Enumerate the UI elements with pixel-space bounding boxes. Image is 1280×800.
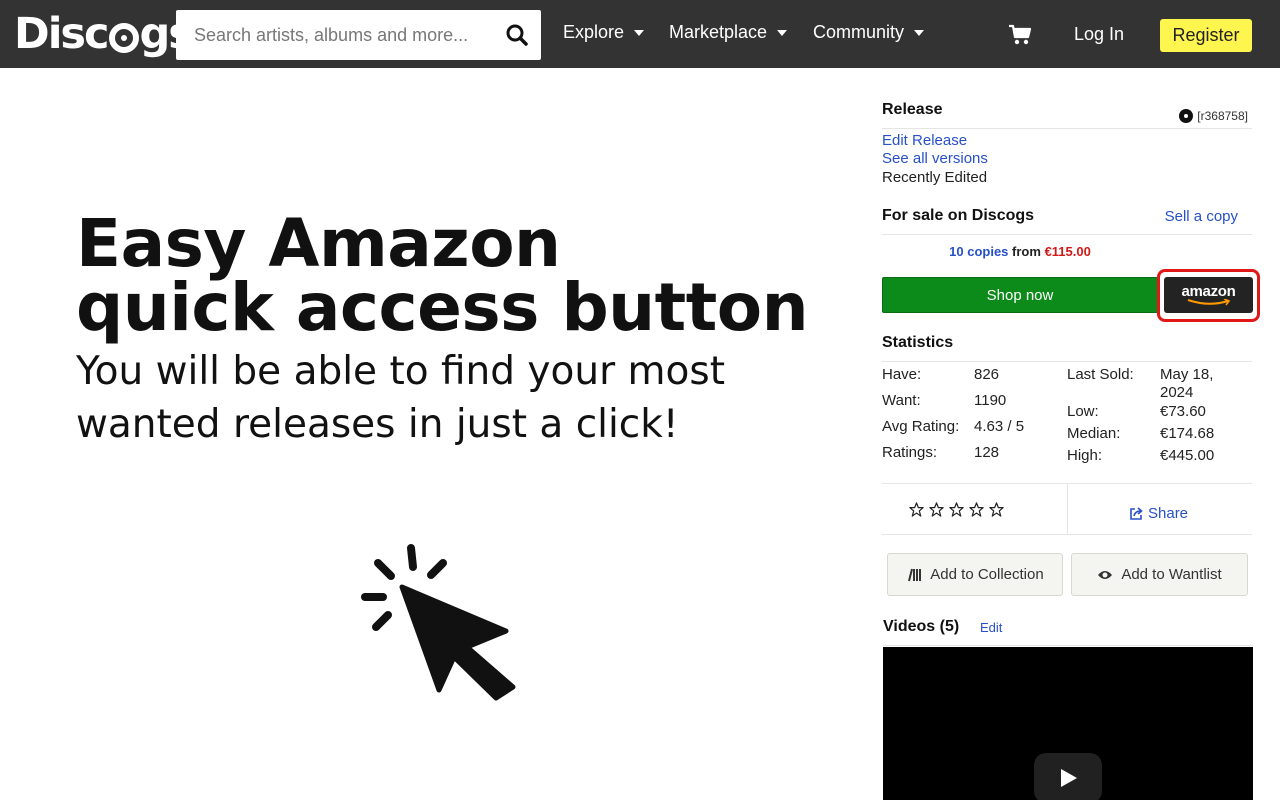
promo-subheadline-line-1: You will be able to find your most bbox=[76, 349, 725, 394]
stat-median-label: Median: bbox=[1067, 425, 1121, 442]
click-cursor-icon bbox=[361, 544, 516, 701]
top-navbar: Discgs Explore Marketplace Community Log… bbox=[0, 0, 1280, 68]
promo-headline-line-1: Easy Amazon bbox=[76, 205, 561, 282]
search-input[interactable] bbox=[176, 10, 496, 60]
promo-headline-line-2: quick access button bbox=[76, 269, 809, 346]
stat-ratings-label: Ratings: bbox=[882, 444, 938, 461]
edit-release-link[interactable]: Edit Release bbox=[882, 132, 967, 149]
video-player[interactable] bbox=[883, 647, 1253, 800]
copies-count-link[interactable]: 10 copies bbox=[949, 244, 1008, 259]
release-id: [r368758] bbox=[1179, 109, 1248, 123]
stat-want-value[interactable]: 1190 bbox=[974, 392, 1006, 409]
shop-now-button[interactable]: Shop now bbox=[882, 277, 1158, 313]
recently-edited-status: Recently Edited bbox=[882, 169, 988, 186]
copies-for-sale: 10 copies from €115.00 bbox=[882, 244, 1158, 259]
release-id-text: [r368758] bbox=[1197, 109, 1248, 123]
statistics-section-heading: Statistics bbox=[882, 334, 1252, 362]
stat-last-sold-label: Last Sold: bbox=[1067, 366, 1134, 383]
stat-high-value: €445.00 bbox=[1160, 447, 1215, 464]
stat-avg-rating-label: Avg Rating: bbox=[882, 418, 960, 435]
collection-icon bbox=[908, 568, 922, 581]
promo-subheadline-line-2: wanted releases in just a click! bbox=[76, 402, 679, 447]
sell-a-copy-link[interactable]: Sell a copy bbox=[1165, 208, 1238, 225]
star-icon[interactable] bbox=[989, 502, 1004, 517]
videos-section-heading: Videos (5) Edit bbox=[883, 618, 1253, 646]
share-link[interactable]: Share bbox=[1129, 505, 1188, 522]
see-all-versions-link[interactable]: See all versions bbox=[882, 150, 988, 167]
stat-median-value: €174.68 bbox=[1160, 425, 1215, 442]
stat-low-label: Low: bbox=[1067, 403, 1099, 420]
stat-low-value: €73.60 bbox=[1160, 403, 1206, 420]
stat-ratings-value[interactable]: 128 bbox=[974, 444, 999, 461]
add-to-collection-button[interactable]: Add to Collection bbox=[887, 553, 1063, 596]
rating-stars bbox=[909, 502, 1004, 517]
amazon-button[interactable]: amazon bbox=[1164, 277, 1253, 313]
logo-text-start: Disc bbox=[14, 9, 110, 59]
divider bbox=[1067, 484, 1068, 534]
nav-community[interactable]: Community bbox=[813, 22, 925, 43]
from-label: from bbox=[1012, 244, 1041, 259]
amazon-smile-icon bbox=[1187, 299, 1230, 306]
lowest-price: €115.00 bbox=[1044, 244, 1091, 259]
stat-want-label: Want: bbox=[882, 392, 921, 409]
add-to-collection-label: Add to Collection bbox=[930, 566, 1044, 583]
share-icon bbox=[1130, 506, 1143, 520]
discogs-logo[interactable]: Disc gs bbox=[14, 6, 194, 62]
videos-heading: Videos (5) bbox=[883, 618, 960, 635]
statistics-heading: Statistics bbox=[882, 334, 954, 351]
stat-have-label: Have: bbox=[882, 366, 922, 383]
stat-have-value[interactable]: 826 bbox=[974, 366, 999, 383]
chevron-down-icon bbox=[777, 29, 788, 36]
vinyl-logo-icon bbox=[108, 23, 139, 53]
vinyl-icon bbox=[1179, 109, 1194, 123]
divider bbox=[882, 534, 1252, 535]
release-heading: Release bbox=[882, 101, 943, 118]
nav-community-label: Community bbox=[813, 22, 905, 42]
register-button[interactable]: Register bbox=[1160, 19, 1252, 52]
chevron-down-icon bbox=[914, 29, 925, 36]
add-to-wantlist-label: Add to Wantlist bbox=[1121, 566, 1222, 583]
release-section-heading: Release [r368758] bbox=[882, 101, 1252, 129]
star-icon[interactable] bbox=[949, 502, 964, 517]
stat-avg-rating-value: 4.63 / 5 bbox=[974, 418, 1025, 435]
edit-videos-link[interactable]: Edit bbox=[980, 620, 1002, 635]
play-icon bbox=[1061, 769, 1077, 787]
page: Discgs Explore Marketplace Community Log… bbox=[0, 0, 1280, 800]
search-icon[interactable] bbox=[505, 23, 529, 47]
cart-icon[interactable] bbox=[1008, 24, 1032, 46]
promo-headline: Easy Amazon quick access button bbox=[76, 205, 809, 346]
nav-marketplace[interactable]: Marketplace bbox=[669, 22, 788, 43]
for-sale-section-heading: For sale on Discogs Sell a copy bbox=[882, 207, 1252, 235]
star-icon[interactable] bbox=[969, 502, 984, 517]
share-label: Share bbox=[1148, 505, 1189, 522]
play-button[interactable] bbox=[1034, 753, 1102, 800]
nav-marketplace-label: Marketplace bbox=[669, 22, 768, 42]
amazon-label: amazon bbox=[1181, 283, 1236, 300]
star-icon[interactable] bbox=[909, 502, 924, 517]
stat-last-sold-date-line-1: May 18, bbox=[1160, 366, 1214, 383]
for-sale-heading: For sale on Discogs bbox=[882, 207, 1035, 224]
star-icon[interactable] bbox=[929, 502, 944, 517]
stat-last-sold-date-line-2: 2024 bbox=[1160, 384, 1194, 401]
promo-subheadline: You will be able to find your most wante… bbox=[76, 345, 725, 451]
add-to-wantlist-button[interactable]: Add to Wantlist bbox=[1071, 553, 1248, 596]
nav-explore-label: Explore bbox=[563, 22, 625, 42]
chevron-down-icon bbox=[634, 29, 645, 36]
login-link[interactable]: Log In bbox=[1074, 24, 1124, 45]
search-box bbox=[176, 10, 541, 60]
nav-explore[interactable]: Explore bbox=[563, 22, 645, 43]
stat-high-label: High: bbox=[1067, 447, 1103, 464]
eye-icon bbox=[1098, 570, 1113, 579]
stat-last-sold-value[interactable]: May 18, 2024 bbox=[1160, 366, 1213, 402]
